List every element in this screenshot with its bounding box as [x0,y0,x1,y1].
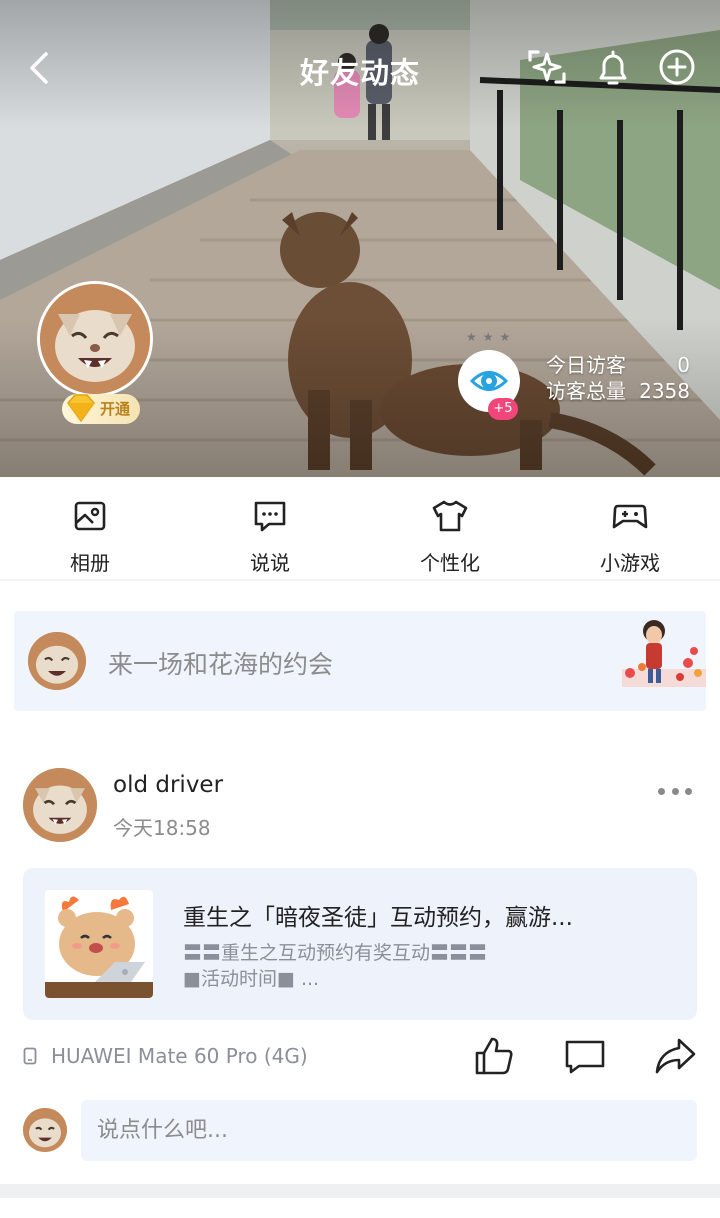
nav-item-minigames[interactable]: 小游戏 [540,477,720,579]
flower-girl-decoration [622,620,706,687]
reply-avatar [23,1108,67,1152]
status-compose-box[interactable]: 来一场和花海的约会 [14,611,706,711]
nav-label-personalize: 个性化 [420,551,480,575]
card-desc-line-2: ■活动时间■ ... [183,968,320,990]
nav-label-album: 相册 [70,551,110,575]
post-author-name[interactable]: old driver [113,772,223,798]
post-author-avatar[interactable] [23,768,97,842]
cat-avatar-image [40,284,150,394]
more-dot [685,787,692,795]
card-thumbnail [45,890,153,998]
thumbs-up-icon [475,1037,513,1075]
total-visitors-row: 访客总量 2358 [546,378,690,404]
nav-item-shuoshuo[interactable]: 说说 [180,477,360,579]
nav-label-minigames: 小游戏 [600,551,660,575]
chat-bubble-icon [254,501,286,532]
post-timestamp: 今天18:58 [113,816,211,840]
nav-label-shuoshuo: 说说 [250,551,290,575]
add-button[interactable] [656,46,698,88]
total-visitors-label: 访客总量 [546,379,626,403]
gamepad-icon [612,504,648,529]
share-button[interactable] [653,1034,697,1078]
nav-item-personalize[interactable]: 个性化 [360,477,540,579]
compose-placeholder: 来一场和花海的约会 [108,650,334,679]
today-visitors-row: 今日访客 0 [546,352,690,378]
visitor-stats[interactable]: 今日访客 0 访客总量 2358 [546,352,690,404]
device-name: HUAWEI Mate 60 Pro (4G) [51,1044,308,1068]
bear-laptop-image [45,890,153,998]
ai-sparkle-button[interactable] [526,46,568,88]
sparkle-icon [528,50,566,84]
nav-item-album[interactable]: 相册 [0,477,180,579]
visitor-stars-decoration: ★★★ [466,330,517,344]
card-desc-line-1: 〓〓重生之互动预约有奖互动〓〓〓 [183,942,488,964]
more-dot [658,787,665,795]
shared-link-card[interactable]: 重生之「暗夜圣徒」互动预约，赢游... 〓〓重生之互动预约有奖互动〓〓〓 ■活动… [23,868,697,1020]
more-options-button[interactable] [654,776,696,806]
feed-divider [0,1184,720,1198]
new-visitors-badge: +5 [488,398,518,420]
card-description: 〓〓重生之互动预约有奖互动〓〓〓 ■活动时间■ ... [183,940,487,992]
card-title: 重生之「暗夜圣徒」互动预约，赢游... [183,905,573,931]
cat-avatar-image [23,768,97,842]
comment-button[interactable] [563,1034,607,1078]
share-arrow-icon [655,1038,696,1074]
total-visitors-count: 2358 [639,379,690,403]
photo-album-icon [74,501,106,531]
today-visitors-count: 0 [677,353,690,377]
bell-icon [599,50,627,85]
cat-avatar-image [23,1108,67,1152]
vip-open-badge[interactable]: 开通 [62,394,141,424]
comment-input[interactable] [81,1100,697,1161]
my-avatar [28,632,86,690]
quick-nav: 相册 说说 个性化 小游戏 [0,477,720,581]
like-button[interactable] [472,1034,516,1078]
phone-icon [23,1047,37,1065]
more-dot [671,787,679,795]
diamond-icon [67,394,95,423]
comment-icon [565,1040,605,1074]
device-info: HUAWEI Mate 60 Pro (4G) [23,1044,308,1068]
notifications-button[interactable] [592,46,634,88]
owner-avatar[interactable] [37,281,153,397]
tshirt-icon [432,500,468,532]
cat-avatar-image [28,632,86,690]
vip-label: 开通 [100,400,131,418]
add-icon [659,49,695,85]
today-visitors-label: 今日访客 [546,353,626,377]
